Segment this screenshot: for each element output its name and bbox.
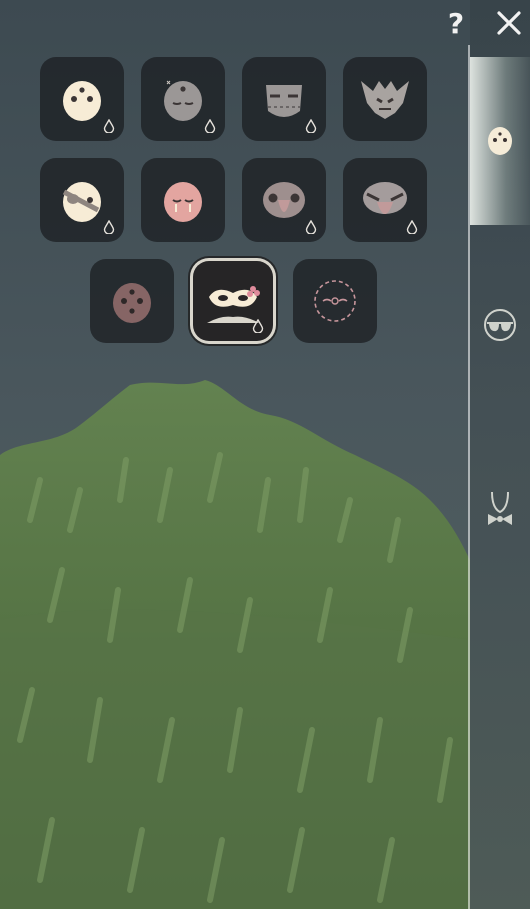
glasses-icon: [484, 309, 516, 341]
dye-drop-icon: [252, 319, 264, 333]
horned-crown-mask-icon: [361, 81, 409, 119]
empty-mask-slot-icon: [314, 280, 356, 322]
mask-slot-cream-dotted[interactable]: [40, 57, 124, 141]
mask-slot-bird-beak-alt[interactable]: [343, 158, 427, 242]
tab-accessory[interactable]: [470, 295, 530, 355]
mask-slot-bird-beak[interactable]: [242, 158, 326, 242]
tab-mask[interactable]: [470, 57, 530, 225]
mask-slot-empty[interactable]: [293, 259, 377, 343]
mask-face-icon: [488, 127, 512, 155]
mask-slot-brown-dotted[interactable]: [90, 259, 174, 343]
pink-crying-mask-icon: [164, 182, 202, 222]
mask-slot-gray-dotted[interactable]: [141, 57, 225, 141]
dye-drop-icon: [204, 119, 216, 133]
dye-drop-icon: [305, 119, 317, 133]
bowtie-necklace-icon: [488, 491, 512, 525]
tab-neck[interactable]: [470, 480, 530, 540]
help-label: ?: [447, 6, 465, 40]
mask-slot-cream-eyepatch[interactable]: [40, 158, 124, 242]
category-sidebar: [468, 0, 530, 909]
mask-slot-masquerade-selected[interactable]: [193, 261, 273, 341]
brown-dotted-mask-icon: [113, 283, 151, 323]
dye-drop-icon: [305, 220, 317, 234]
dye-drop-icon: [103, 220, 115, 234]
mask-slot-pink-crying[interactable]: [141, 158, 225, 242]
mask-slot-gray-bandaged[interactable]: [242, 57, 326, 141]
dye-drop-icon: [406, 220, 418, 234]
mask-slot-horned-crown[interactable]: [343, 57, 427, 141]
dye-drop-icon: [103, 119, 115, 133]
